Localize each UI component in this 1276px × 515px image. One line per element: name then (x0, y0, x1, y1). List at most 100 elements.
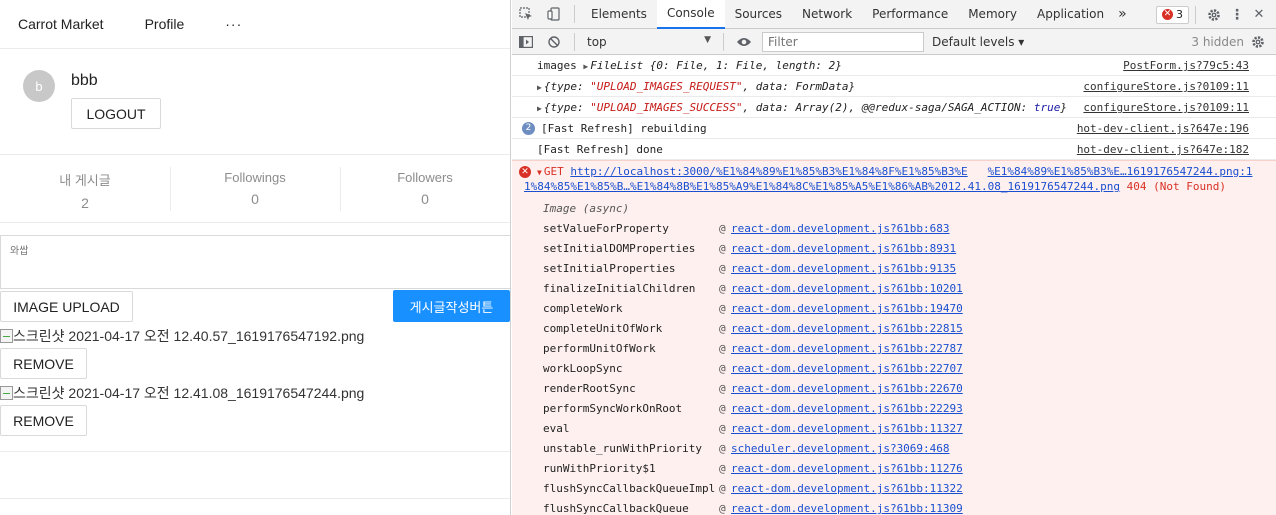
tab-application[interactable]: Application (1027, 0, 1114, 29)
frame-source-link[interactable]: react-dom.development.js?61bb:683 (731, 219, 950, 239)
error-url-link[interactable]: http://localhost:3000/%E1%84%89%E1%85%B3… (570, 165, 967, 178)
stack-frame: finalizeInitialChildren @ react-dom.develo… (543, 279, 1249, 299)
tab-performance[interactable]: Performance (862, 0, 958, 29)
frame-at: @ (719, 222, 726, 235)
divider (0, 498, 510, 499)
sidebar-toggle-icon[interactable] (512, 29, 540, 55)
context-selector[interactable]: top ▼ (581, 35, 717, 49)
image-upload-button[interactable]: IMAGE UPLOAD (0, 291, 133, 322)
context-value: top (587, 34, 607, 49)
tab-network[interactable]: Network (792, 0, 862, 29)
stack-frame: flushSyncCallbackQueue @ react-dom.develop… (543, 499, 1249, 515)
app-pane: Carrot Market Profile ··· b bbb LOGOUT 내… (0, 0, 511, 515)
error-icon: ✕ (519, 166, 531, 178)
tab-sources[interactable]: Sources (725, 0, 792, 29)
frame-source-link[interactable]: react-dom.development.js?61bb:11309 (731, 499, 963, 515)
stack-frame: workLoopSync @ react-dom.development.js?61… (543, 359, 1249, 379)
menu-carrot-market[interactable]: Carrot Market (18, 16, 104, 32)
menu-more[interactable]: ··· (225, 16, 242, 32)
frame-function: completeWork (543, 302, 623, 315)
expand-triangle-icon[interactable]: ▶ (537, 83, 542, 92)
logout-button[interactable]: LOGOUT (71, 98, 161, 129)
console-message[interactable]: images ▶ FileList {0: File, 1: File, leng… (512, 55, 1276, 76)
hidden-messages-count: 3 hidden (1191, 35, 1244, 49)
profile-card: b bbb LOGOUT (0, 49, 510, 155)
error-count-badge[interactable]: ✕ 3 (1156, 5, 1189, 24)
console-error-message[interactable]: ✕ ▼ GET http://localhost:3000/%E1%84%89%E… (512, 160, 1276, 515)
message-source-link[interactable]: configureStore.js?0109:11 (1083, 78, 1249, 95)
expand-triangle-icon[interactable]: ▶ (583, 62, 588, 71)
clear-console-icon[interactable] (540, 29, 568, 55)
remove-image-button[interactable]: REMOVE (0, 348, 87, 379)
image-preview-item: 스크린샷 2021-04-17 오전 12.40.57_161917654719… (0, 326, 510, 379)
message-source-link[interactable]: configureStore.js?0109:11 (1083, 99, 1249, 116)
frame-source-link[interactable]: react-dom.development.js?61bb:11276 (731, 459, 963, 479)
frame-at: @ (719, 282, 726, 295)
live-expression-eye-icon[interactable] (730, 29, 758, 55)
frame-source-link[interactable]: react-dom.development.js?61bb:22293 (731, 399, 963, 419)
frame-source-link[interactable]: react-dom.development.js?61bb:22815 (731, 319, 963, 339)
frame-source-link[interactable]: react-dom.development.js?61bb:11322 (731, 479, 963, 499)
device-toolbar-icon[interactable] (540, 0, 568, 29)
tab-memory[interactable]: Memory (958, 0, 1027, 29)
devtools-tab-bar: Elements Console Sources Network Perform… (512, 0, 1276, 29)
tab-elements[interactable]: Elements (581, 0, 657, 29)
async-label: Image (async) (543, 202, 630, 215)
console-message[interactable]: [Fast Refresh] done hot-dev-client.js?64… (512, 139, 1276, 160)
kebab-menu-icon[interactable]: ⋮ (1226, 0, 1248, 29)
console-messages: images ▶ FileList {0: File, 1: File, leng… (512, 55, 1276, 515)
stack-frame: performSyncWorkOnRoot @ react-dom.developm… (543, 399, 1249, 419)
frame-source-link[interactable]: react-dom.development.js?61bb:10201 (731, 279, 963, 299)
broken-image-icon (0, 386, 13, 400)
console-toolbar: top ▼ Default levels ▾ 3 hidden (512, 29, 1276, 55)
close-icon[interactable]: ✕ (1248, 0, 1270, 29)
frame-function: completeUnitOfWork (543, 322, 663, 335)
inspect-element-icon[interactable] (512, 0, 540, 29)
tab-console[interactable]: Console (656, 0, 725, 29)
frame-source-link[interactable]: scheduler.development.js?3069:468 (731, 439, 950, 459)
frame-source-link[interactable]: react-dom.development.js?61bb:9135 (731, 259, 956, 279)
devtools-pane: Elements Console Sources Network Perform… (512, 0, 1276, 515)
frame-function: setInitialProperties (543, 262, 676, 275)
divider (0, 451, 510, 452)
console-message[interactable]: ▶ {type: "UPLOAD_IMAGES_SUCCESS", data: A… (512, 97, 1276, 118)
console-message[interactable]: ▶ {type: "UPLOAD_IMAGES_REQUEST", data: F… (512, 76, 1276, 97)
frame-function: performUnitOfWork (543, 342, 656, 355)
frame-source-link[interactable]: react-dom.development.js?61bb:22670 (731, 379, 963, 399)
message-source-link[interactable]: hot-dev-client.js?647e:182 (1077, 141, 1249, 158)
stack-frame: runWithPriority$1 @ react-dom.development.… (543, 459, 1249, 479)
console-settings-gear-icon[interactable] (1244, 29, 1272, 55)
stack-frame: setValueForProperty @ react-dom.developmen… (543, 219, 1249, 239)
message-source-link[interactable]: hot-dev-client.js?647e:196 (1077, 120, 1249, 137)
more-tabs-button[interactable]: » (1114, 0, 1131, 29)
frame-at: @ (719, 382, 726, 395)
expand-triangle-icon[interactable]: ▶ (537, 104, 542, 113)
settings-gear-icon[interactable] (1202, 0, 1226, 29)
frame-function: workLoopSync (543, 362, 623, 375)
stat-posts[interactable]: 내 게시글 2 (0, 155, 170, 222)
collapse-triangle-icon[interactable]: ▼ (537, 168, 542, 177)
post-content-textarea[interactable] (0, 235, 510, 289)
log-levels-dropdown[interactable]: Default levels ▾ (932, 35, 1024, 49)
stat-followings[interactable]: Followings 0 (170, 155, 340, 222)
stat-followers[interactable]: Followers 0 (340, 155, 510, 222)
avatar: b (23, 70, 55, 102)
console-filter-input[interactable] (762, 31, 924, 52)
stack-frame: performUnitOfWork @ react-dom.development.… (543, 339, 1249, 359)
frame-source-link[interactable]: react-dom.development.js?61bb:8931 (731, 239, 956, 259)
frame-function: setInitialDOMProperties (543, 242, 696, 255)
error-url-link[interactable]: %E1%84%89%E1%85%B3%E…1619176547244.png:1 (988, 165, 1253, 178)
submit-post-button[interactable]: 게시글작성버튼 (393, 290, 510, 322)
frame-source-link[interactable]: react-dom.development.js?61bb:22707 (731, 359, 963, 379)
error-url-link[interactable]: 1%84%85%E1%85%B…%E1%84%8B%E1%85%A9%E1%84… (524, 180, 1120, 193)
message-source-link[interactable]: PostForm.js?79c5:43 (1123, 57, 1249, 74)
frame-source-link[interactable]: react-dom.development.js?61bb:19470 (731, 299, 963, 319)
remove-image-button[interactable]: REMOVE (0, 405, 87, 436)
stack-frame: unstable_runWithPriority @ scheduler.devel… (543, 439, 1249, 459)
frame-function: setValueForProperty (543, 222, 669, 235)
console-message[interactable]: 2 [Fast Refresh] rebuilding hot-dev-clie… (512, 118, 1276, 139)
stat-value: 0 (251, 191, 259, 207)
frame-source-link[interactable]: react-dom.development.js?61bb:11327 (731, 419, 963, 439)
menu-profile[interactable]: Profile (145, 16, 185, 32)
frame-source-link[interactable]: react-dom.development.js?61bb:22787 (731, 339, 963, 359)
